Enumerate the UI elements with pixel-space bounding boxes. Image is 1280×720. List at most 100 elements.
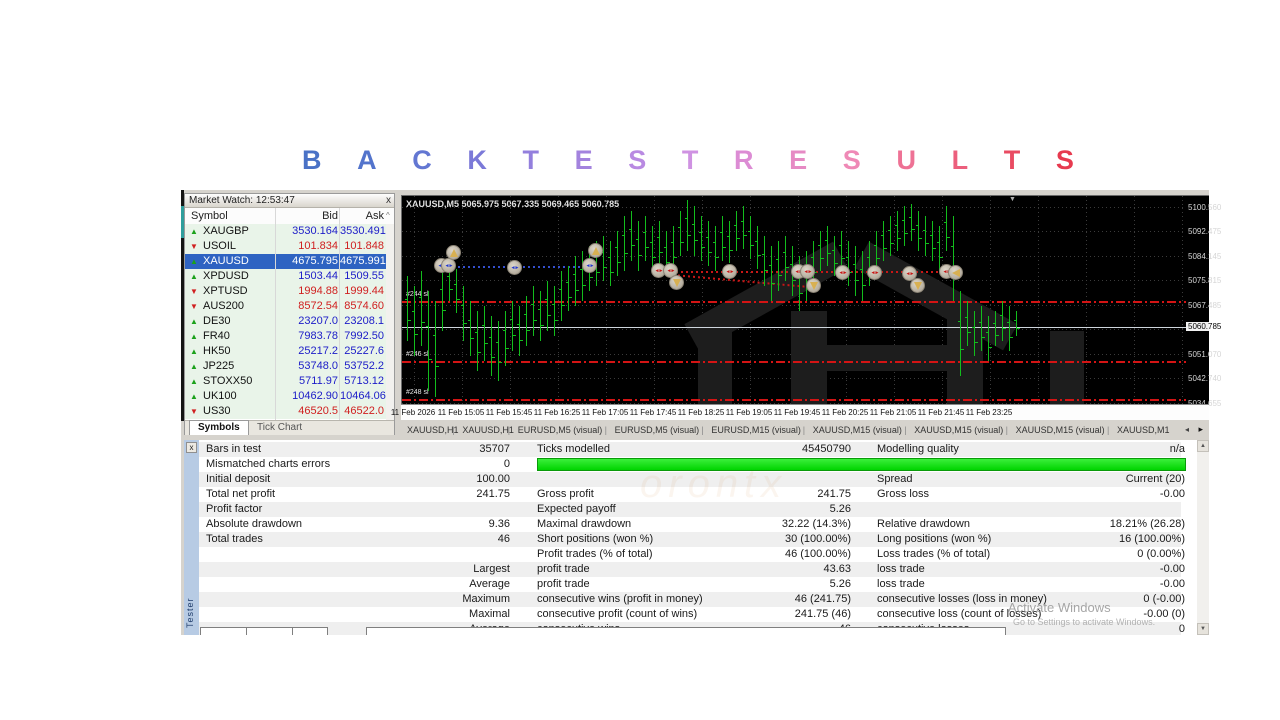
activate-windows-subtext: Go to Settings to activate Windows. bbox=[1013, 617, 1156, 627]
tab-tick-chart[interactable]: Tick Chart bbox=[251, 421, 308, 434]
column-ask[interactable]: Ask bbox=[340, 209, 384, 223]
trend-up-icon: ▲ bbox=[190, 392, 198, 401]
tab-divider bbox=[292, 628, 293, 635]
trend-down-icon: ▼ bbox=[190, 242, 198, 251]
column-bid[interactable]: Bid bbox=[276, 209, 338, 223]
market-watch-row[interactable]: ▼ XPTUSD 1994.88 1999.44 bbox=[185, 284, 386, 299]
ohlc-close-tick bbox=[989, 347, 992, 348]
scroll-up-icon[interactable]: ^ bbox=[386, 209, 390, 223]
market-watch-row[interactable]: ▲ UK100 10462.90 10464.06 bbox=[185, 389, 386, 404]
close-icon[interactable]: x bbox=[386, 195, 391, 207]
price-chart[interactable]: XAUUSD,M5 5065.975 5067.335 5069.465 506… bbox=[401, 195, 1186, 404]
chart-tab[interactable]: XAUUSD,M1 bbox=[1117, 425, 1170, 435]
title-letter: E bbox=[789, 145, 808, 175]
ohlc-bar bbox=[785, 236, 786, 281]
ohlc-close-tick bbox=[1017, 328, 1020, 329]
trade-marker-sell[interactable]: ◄► bbox=[867, 265, 882, 280]
trade-marker-exit[interactable] bbox=[446, 245, 461, 260]
stat-value: 241.75 (46) bbox=[794, 608, 851, 620]
trade-marker-sell[interactable]: ◄► bbox=[835, 265, 850, 280]
tabs-scroll-right-icon[interactable]: ▸ bbox=[1198, 424, 1203, 435]
ohlc-bar bbox=[960, 291, 961, 376]
ohlc-open-tick bbox=[1007, 322, 1010, 323]
ohlc-open-tick bbox=[734, 225, 737, 226]
trade-marker-sell[interactable]: ◄► bbox=[800, 264, 815, 279]
ohlc-close-tick bbox=[597, 272, 600, 273]
chart-tab[interactable]: XAUUSD,H1 bbox=[462, 425, 514, 435]
ohlc-bar bbox=[561, 271, 562, 321]
trade-marker-buy[interactable]: ◄► bbox=[507, 260, 522, 275]
trade-marker-exit[interactable] bbox=[669, 275, 684, 290]
ohlc-open-tick bbox=[510, 319, 513, 320]
market-watch-row[interactable]: ▲ HK50 25217.2 25227.6 bbox=[185, 344, 386, 359]
tabs-scroll-left-icon[interactable]: ◂ bbox=[1185, 425, 1189, 434]
ohlc-bar bbox=[512, 301, 513, 351]
ohlc-close-tick bbox=[982, 337, 985, 338]
close-icon[interactable]: x bbox=[186, 442, 197, 453]
market-watch-scrollbar[interactable] bbox=[386, 224, 394, 420]
trade-marker-sell[interactable]: ◄► bbox=[722, 264, 737, 279]
ohlc-open-tick bbox=[552, 304, 555, 305]
ohlc-bar bbox=[1009, 306, 1010, 351]
chart-tab[interactable]: XAUUSD,M15 (visual) bbox=[914, 425, 1003, 435]
market-watch-row[interactable]: ▼ USOIL 101.834 101.848 bbox=[185, 239, 386, 254]
ohlc-close-tick bbox=[933, 248, 936, 249]
ohlc-close-tick bbox=[576, 290, 579, 291]
trade-marker-exit[interactable] bbox=[910, 278, 925, 293]
trade-marker-exit[interactable] bbox=[948, 265, 963, 280]
stop-loss-label: #248 sl bbox=[406, 389, 429, 396]
bid-value: 23207.0 bbox=[298, 315, 338, 327]
ohlc-close-tick bbox=[660, 252, 663, 253]
ohlc-close-tick bbox=[450, 289, 453, 290]
market-watch-row[interactable]: ▲ JP225 53748.0 53752.2 bbox=[185, 359, 386, 374]
ohlc-close-tick bbox=[891, 243, 894, 244]
grid-line-v bbox=[1134, 196, 1135, 404]
market-watch-row[interactable]: ▲ XPDUSD 1503.44 1509.55 bbox=[185, 269, 386, 284]
stat-value: 46 bbox=[497, 533, 510, 545]
stat-label: Profit factor bbox=[206, 503, 263, 515]
chart-tab[interactable]: EURUSD,M15 (visual) bbox=[711, 425, 801, 435]
stop-loss-line bbox=[402, 399, 1186, 401]
ask-value: 25227.6 bbox=[344, 345, 384, 357]
market-watch-row[interactable]: ▼ US30 46520.5 46522.0 bbox=[185, 404, 386, 419]
stat-value: Maximum bbox=[462, 593, 510, 605]
scroll-down-icon[interactable]: ▼ bbox=[1197, 623, 1209, 635]
market-watch-row[interactable]: ▲ DE30 23207.0 23208.1 bbox=[185, 314, 386, 329]
ohlc-open-tick bbox=[769, 265, 772, 266]
market-watch-row[interactable]: ▲ XAUGBP 3530.164 3530.491 bbox=[185, 224, 386, 239]
chart-tab[interactable]: XAUUSD,M15 (visual) bbox=[1016, 425, 1105, 435]
ohlc-bar bbox=[582, 251, 583, 301]
ohlc-bar bbox=[974, 311, 975, 356]
market-watch-row[interactable]: ▲ STOXX50 5711.97 5713.12 bbox=[185, 374, 386, 389]
ohlc-close-tick bbox=[702, 247, 705, 248]
ohlc-close-tick bbox=[548, 315, 551, 316]
price-axis-label: 5092.475 bbox=[1188, 227, 1222, 236]
chart-tab[interactable]: XAUUSD,H1 bbox=[407, 425, 459, 435]
chart-tab[interactable]: EURUSD,M5 (visual) bbox=[615, 425, 700, 435]
market-watch-row[interactable]: ▼ AUS200 8572.54 8574.60 bbox=[185, 299, 386, 314]
scroll-up-icon[interactable]: ▲ bbox=[1197, 440, 1209, 452]
market-watch-row[interactable]: ▲ XAUUSD 4675.795 4675.991 bbox=[185, 254, 386, 269]
grid-line-v bbox=[558, 196, 559, 404]
ohlc-close-tick bbox=[716, 257, 719, 258]
grid-line-v bbox=[1086, 196, 1087, 404]
ohlc-bar bbox=[491, 316, 492, 376]
chart-tab[interactable]: EURUSD,M5 (visual) bbox=[518, 425, 603, 435]
ohlc-open-tick bbox=[671, 242, 674, 243]
ohlc-open-tick bbox=[678, 227, 681, 228]
trade-marker-buy[interactable]: ◄► bbox=[582, 258, 597, 273]
ohlc-bar bbox=[498, 321, 499, 381]
tester-scrollbar[interactable]: ▲ ▼ bbox=[1197, 440, 1209, 635]
market-watch-row[interactable]: ▲ FR40 7983.78 7992.50 bbox=[185, 329, 386, 344]
chart-tab[interactable]: XAUUSD,M15 (visual) bbox=[813, 425, 902, 435]
column-symbol[interactable]: Symbol bbox=[191, 209, 228, 223]
grid-line-h bbox=[402, 256, 1186, 257]
tester-bottom-tab[interactable] bbox=[366, 627, 1006, 635]
ohlc-bar bbox=[540, 291, 541, 341]
trade-marker-exit[interactable] bbox=[588, 243, 603, 258]
tester-bottom-tab[interactable] bbox=[200, 627, 328, 635]
ohlc-open-tick bbox=[657, 237, 660, 238]
trade-marker-exit[interactable] bbox=[806, 278, 821, 293]
trade-marker-buy[interactable]: ◄► bbox=[441, 258, 456, 273]
tab-symbols[interactable]: Symbols bbox=[189, 420, 249, 435]
